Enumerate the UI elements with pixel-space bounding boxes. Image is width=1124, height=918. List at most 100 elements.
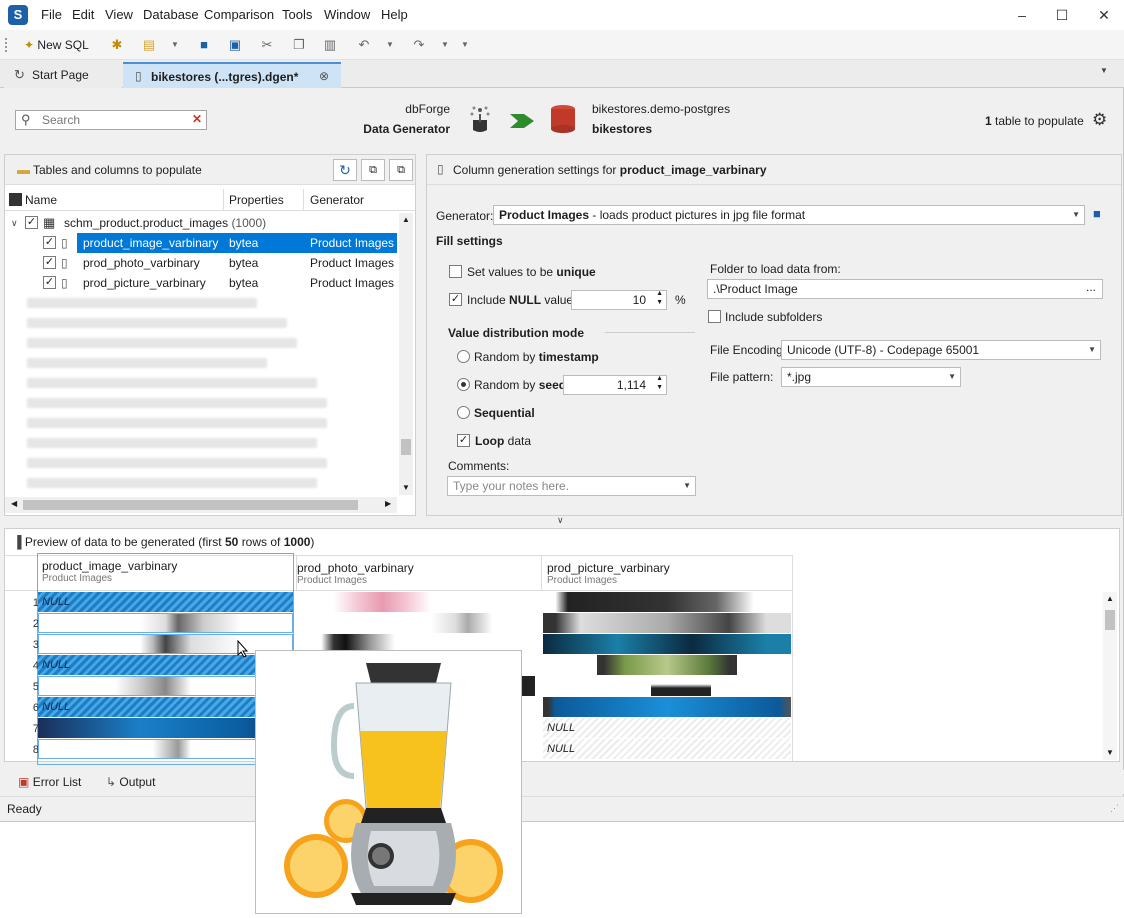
sequential-radio[interactable] [457, 406, 470, 419]
clear-search-icon[interactable]: ✕ [192, 112, 202, 126]
random-seed-radio[interactable] [457, 378, 470, 391]
scroll-down-icon[interactable]: ▼ [402, 483, 410, 492]
random-timestamp-radio[interactable] [457, 350, 470, 363]
column-header-properties[interactable]: Properties [229, 193, 284, 207]
refresh-button[interactable]: ↻ [333, 159, 357, 181]
preview-column-header[interactable]: prod_picture_varbinary Product Images [547, 561, 670, 586]
minimize-icon[interactable]: – [1007, 4, 1037, 26]
cut-icon[interactable]: ✂ [258, 36, 276, 54]
preview-cell-null[interactable]: NULL [543, 739, 791, 759]
preview-cell-image[interactable] [543, 592, 791, 612]
seed-input[interactable]: 1,114 ▲ ▼ [563, 375, 667, 395]
menu-help[interactable]: Help [381, 7, 408, 22]
status-bar: Ready ⋰ [0, 796, 1124, 820]
scroll-up-icon[interactable]: ▲ [1106, 594, 1114, 603]
include-null-checkbox[interactable]: ✓ [449, 293, 462, 306]
search-input[interactable]: ⚲ Search ✕ [15, 110, 207, 130]
save-icon[interactable]: ■ [195, 36, 213, 54]
preview-cell-null[interactable]: NULL [38, 592, 293, 612]
column-divider [303, 189, 304, 211]
scroll-left-icon[interactable]: ◀ [11, 499, 17, 508]
expand-all-button[interactable]: ⧉ [389, 159, 413, 181]
preview-cell-image[interactable] [543, 634, 791, 654]
comments-input[interactable]: Type your notes here. ▼ [447, 476, 696, 496]
preview-cell-image[interactable] [543, 613, 791, 633]
redo-icon[interactable]: ↷ [410, 36, 428, 54]
preview-column-header[interactable]: product_image_varbinary Product Images [42, 559, 177, 584]
scroll-down-icon[interactable]: ▼ [1106, 748, 1114, 757]
error-list-button[interactable]: ▣ Error List [18, 775, 81, 789]
menu-database[interactable]: Database [143, 7, 199, 22]
preview-cell-image[interactable] [38, 613, 293, 633]
open-dropdown-icon[interactable]: ▼ [166, 36, 184, 54]
tab-bikestores[interactable]: ▯ bikestores (...tgres).dgen* ⊗ [123, 62, 341, 88]
menu-window[interactable]: Window [324, 7, 370, 22]
select-all-checkbox[interactable] [9, 193, 22, 206]
spinner-icon[interactable]: ▲ ▼ [656, 374, 663, 392]
preview-column-generator: Product Images [297, 575, 368, 586]
close-window-icon[interactable]: ✕ [1089, 4, 1119, 26]
preview-cell-null[interactable]: NULL [543, 718, 791, 738]
copy-icon[interactable]: ❐ [290, 36, 308, 54]
vertical-scrollbar[interactable]: ▲ ▼ [399, 213, 413, 495]
column-header-name[interactable]: Name [25, 193, 57, 207]
menu-view[interactable]: View [105, 7, 133, 22]
scroll-thumb[interactable] [1105, 610, 1115, 630]
column-header-generator[interactable]: Generator [310, 193, 364, 207]
preview-cell-image[interactable] [297, 592, 541, 612]
null-percent-input[interactable]: 10 ▲ ▼ [571, 290, 667, 310]
loop-data-checkbox[interactable]: ✓ [457, 434, 470, 447]
preview-column-header[interactable]: prod_photo_varbinary Product Images [297, 561, 414, 586]
folder-input[interactable]: .\Product Image ... [707, 279, 1103, 299]
file-encoding-select[interactable]: Unicode (UTF-8) - Codepage 65001 ▼ [781, 340, 1101, 360]
menu-comparison[interactable]: Comparison [204, 7, 274, 22]
tab-list-dropdown-icon[interactable]: ▼ [1100, 66, 1108, 75]
collapse-all-button[interactable]: ⧉ [361, 159, 385, 181]
include-subfolders-checkbox[interactable] [708, 310, 721, 323]
save-all-icon[interactable]: ▣ [226, 36, 244, 54]
menu-file[interactable]: File [41, 7, 62, 22]
menu-edit[interactable]: Edit [72, 7, 94, 22]
splitter-collapse-icon[interactable]: ∨ [557, 515, 564, 526]
spinner-icon[interactable]: ▲ ▼ [656, 289, 663, 307]
column-checkbox[interactable]: ✓ [43, 236, 56, 249]
output-button[interactable]: ↳ Output [106, 775, 155, 789]
preview-vertical-scrollbar[interactable]: ▲ ▼ [1103, 592, 1117, 760]
generator-select[interactable]: Product Images - loads product pictures … [493, 205, 1085, 225]
column-row[interactable]: ✓ ▯ prod_picture_varbinary bytea Product… [5, 273, 397, 293]
chevron-down-icon[interactable]: ∨ [11, 213, 18, 233]
new-file-icon[interactable]: ✱ [108, 36, 126, 54]
new-sql-button[interactable]: ✦ New SQL [24, 36, 89, 54]
preview-cell-image[interactable] [651, 676, 711, 696]
maximize-icon[interactable]: ☐ [1047, 4, 1077, 26]
unique-checkbox[interactable] [449, 265, 462, 278]
undo-dropdown-icon[interactable]: ▼ [381, 36, 399, 54]
scroll-up-icon[interactable]: ▲ [402, 215, 410, 224]
horizontal-scrollbar[interactable]: ◀ ▶ [5, 497, 397, 513]
column-row[interactable]: ✓ ▯ product_image_varbinary bytea Produc… [5, 233, 397, 253]
column-checkbox[interactable]: ✓ [43, 276, 56, 289]
redo-dropdown-icon[interactable]: ▼ [436, 36, 454, 54]
menu-tools[interactable]: Tools [282, 7, 312, 22]
preview-cell-image[interactable] [543, 697, 791, 717]
settings-gear-icon[interactable]: ⚙ [1092, 110, 1107, 130]
table-checkbox[interactable]: ✓ [25, 216, 38, 229]
preview-cell-image[interactable] [597, 655, 737, 675]
resize-grip-icon[interactable]: ⋰ [1110, 803, 1119, 814]
column-checkbox[interactable]: ✓ [43, 256, 56, 269]
table-row[interactable]: ∨ ✓ ▦ schm_product.product_images (1000) [5, 213, 397, 233]
scroll-right-icon[interactable]: ▶ [385, 499, 391, 508]
undo-icon[interactable]: ↶ [355, 36, 373, 54]
paste-icon[interactable]: ▥ [321, 36, 339, 54]
preview-cell-image[interactable] [297, 613, 541, 633]
hscroll-thumb[interactable] [23, 500, 358, 510]
file-pattern-select[interactable]: *.jpg ▼ [781, 367, 961, 387]
open-folder-icon[interactable]: ▤ [140, 36, 158, 54]
column-row[interactable]: ✓ ▯ prod_photo_varbinary bytea Product I… [5, 253, 397, 273]
browse-button[interactable]: ... [1086, 278, 1096, 296]
scroll-thumb[interactable] [401, 439, 411, 455]
toolbar-overflow-icon[interactable]: ▼ [456, 36, 474, 54]
save-generator-icon[interactable]: ■ [1093, 206, 1101, 221]
tab-start-page[interactable]: ↻ Start Page [4, 62, 122, 88]
close-tab-icon[interactable]: ⊗ [319, 63, 329, 89]
